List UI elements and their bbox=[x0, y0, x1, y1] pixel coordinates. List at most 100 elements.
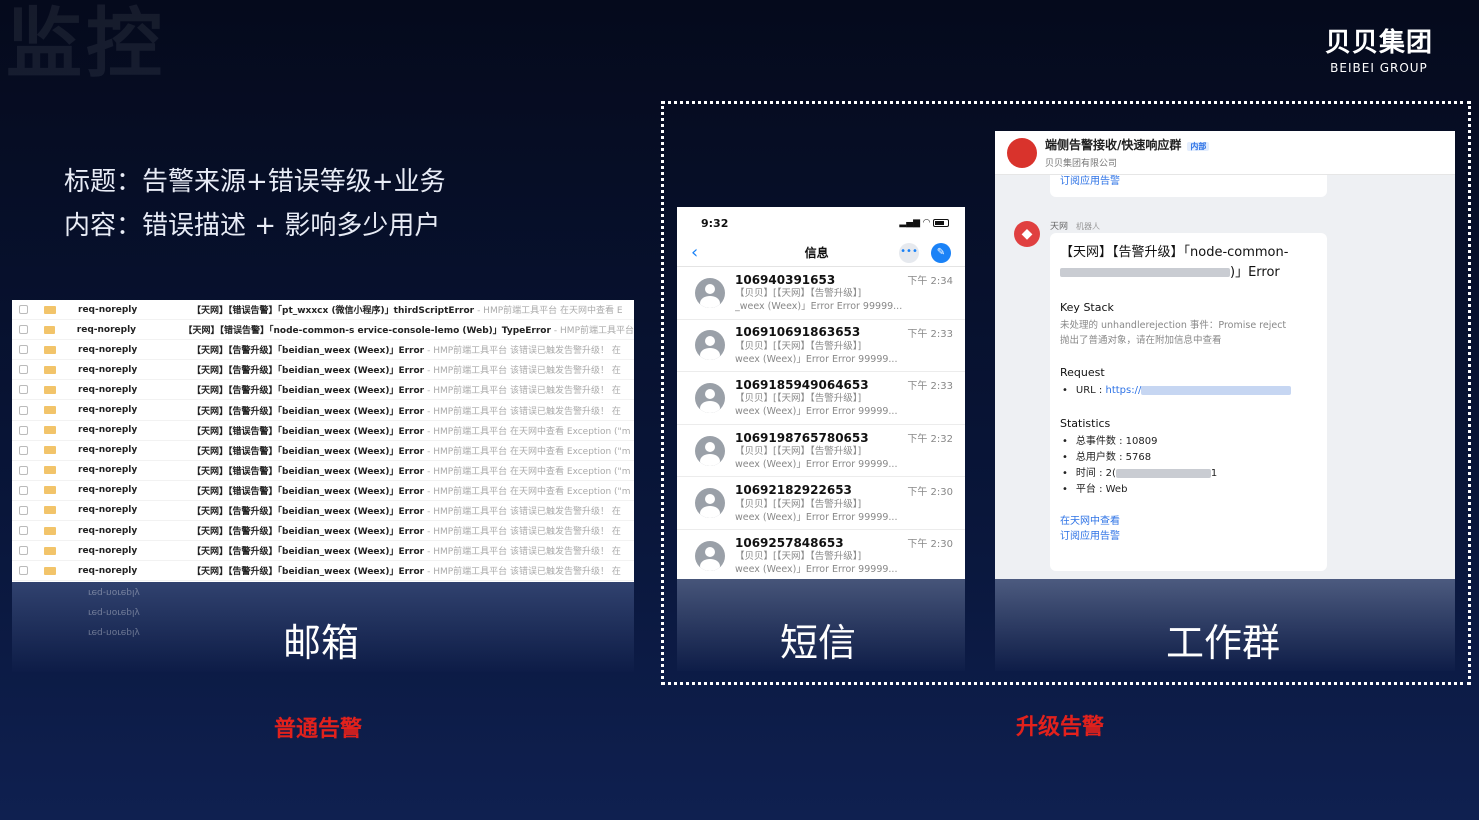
request-url-item: URL : https:// bbox=[1060, 383, 1317, 399]
row-checkbox[interactable] bbox=[19, 345, 28, 355]
label-normal-alert: 普通告警 bbox=[274, 717, 363, 742]
row-checkbox[interactable] bbox=[19, 445, 28, 455]
mail-row[interactable]: req-noreply 【天网】【错误告警】「beidian_weex (Weex… bbox=[12, 461, 634, 481]
sms-conversation[interactable]: 10692182922653 下午 2:30 【贝贝】[【天网】【告警升级】] wee… bbox=[677, 477, 965, 530]
desc-content-line: 内容：错误描述 + 影响多少用户 bbox=[64, 211, 441, 241]
sms-line-1: 【贝贝】[【天网】【告警升级】] bbox=[735, 498, 862, 510]
redacted-url bbox=[1141, 385, 1292, 395]
mail-row[interactable]: req-noreply 【天网】【告警升级】「beidian_weex (Weex… bbox=[12, 400, 634, 421]
subscribe-alert-link[interactable]: 订阅应用告警 bbox=[1060, 529, 1317, 544]
sms-conversation[interactable]: 1069257848653 下午 2:30 【贝贝】[【天网】【告警升级】] weex… bbox=[677, 530, 965, 579]
mail-subject: 【天网】【错误告警】「pt_wxxcx (微信小程序)」thirdScriptE… bbox=[192, 306, 475, 317]
caption-workgroup: 工作群 bbox=[1166, 621, 1281, 665]
mail-row[interactable]: req-noreply 【天网】【错误告警】「beidian_weex (Weex… bbox=[12, 481, 634, 501]
row-checkbox[interactable] bbox=[19, 305, 28, 315]
sms-number: 106940391653 bbox=[735, 272, 836, 287]
mail-sender: req-noreply bbox=[78, 445, 138, 456]
sms-conversation[interactable]: 1069198765780653 下午 2:32 【贝贝】[【天网】【告警升级】] w… bbox=[677, 425, 965, 478]
workgroup-screenshot: 端侧告警接收/快速响应群 内部 贝贝集团有限公司 订阅应用告警 ◆ 天网 机器人 【… bbox=[995, 131, 1455, 579]
view-in-tianwang-link[interactable]: 在天网中查看 bbox=[1060, 514, 1317, 529]
mail-preview: - HMP前端工具平台 bbox=[553, 326, 634, 337]
mail-list-screenshot: req-noreply 【天网】【错误告警】「pt_wxxcx (微信小程序)」t… bbox=[12, 300, 634, 582]
mail-sender: req-noreply bbox=[78, 405, 138, 416]
group-header: 端侧告警接收/快速响应群 内部 贝贝集团有限公司 bbox=[995, 131, 1455, 175]
previous-subscribe-link[interactable]: 订阅应用告警 bbox=[1050, 175, 1327, 197]
mail-preview: - HMP前端工具平台 该错误已触发告警升级！ 在 bbox=[427, 366, 621, 377]
mail-preview: - HMP前端工具平台 该错误已触发告警升级！ 在 bbox=[427, 547, 621, 558]
row-checkbox[interactable] bbox=[19, 526, 28, 536]
sms-line-1: 【贝贝】[【天网】【告警升级】] bbox=[735, 393, 862, 405]
contact-avatar-icon bbox=[695, 488, 725, 519]
mail-row[interactable]: req-noreply 【天网】【告警升级】「beidian_weex (Weex… bbox=[12, 380, 634, 401]
sms-number: 1069198765780653 bbox=[735, 430, 869, 445]
mail-row[interactable]: req-noreply 【天网】【告警升级】「beidian_weex (Weex… bbox=[12, 340, 634, 361]
row-checkbox[interactable] bbox=[19, 505, 28, 515]
mail-subject: 【天网】【告警升级】「beidian_weex (Weex)」Error bbox=[192, 406, 425, 417]
group-internal-badge: 内部 bbox=[1187, 142, 1210, 151]
mail-sender: req-noreply bbox=[78, 545, 138, 556]
sms-time: 下午 2:33 bbox=[907, 381, 953, 393]
key-stack-text: 未处理的 unhandlerejection 事件：Promise reject… bbox=[1060, 318, 1317, 348]
envelope-icon bbox=[44, 446, 56, 455]
row-checkbox[interactable] bbox=[19, 465, 28, 475]
sms-time: 下午 2:32 bbox=[907, 434, 953, 446]
mail-sender: req-noreply bbox=[78, 344, 138, 355]
key-stack-heading: Key Stack bbox=[1060, 301, 1114, 314]
stat-time-a: 时间 : 2( bbox=[1075, 468, 1116, 479]
mail-preview: - HMP前端工具平台 该错误已触发告警升级！ 在 bbox=[427, 346, 621, 357]
url-link[interactable]: https:// bbox=[1105, 385, 1141, 396]
mail-preview: - HMP前端工具平台 该错误已触发告警升级！ 在 bbox=[427, 406, 621, 417]
mail-row[interactable]: req-noreply 【天网】【错误告警】「beidian_weex (Weex… bbox=[12, 441, 634, 461]
mail-row[interactable]: req-noreply 【天网】【告警升级】「beidian_weex (Weex… bbox=[12, 521, 634, 542]
mail-subject: 【天网】【告警升级】「beidian_weex (Weex)」Error bbox=[192, 366, 425, 377]
mail-sender: req-noreply bbox=[78, 384, 138, 395]
row-checkbox[interactable] bbox=[19, 425, 28, 435]
mail-row[interactable]: req-noreply 【天网】【告警升级】「beidian_weex (Weex… bbox=[12, 360, 634, 381]
mail-row[interactable]: req-noreply 【天网】【错误告警】「pt_wxxcx (微信小程序)」t… bbox=[12, 300, 634, 321]
envelope-icon bbox=[44, 385, 56, 394]
more-icon[interactable]: ••• bbox=[899, 242, 919, 263]
sms-time: 下午 2:34 bbox=[907, 276, 953, 288]
row-checkbox[interactable] bbox=[19, 485, 28, 495]
sms-conversation[interactable]: 106910691863653 下午 2:33 【贝贝】[【天网】【告警升级】] we… bbox=[677, 320, 965, 373]
sms-nav-title: 信息 bbox=[804, 246, 829, 260]
mail-row[interactable]: req-noreply 【天网】【告警升级】「beidian_weex (Weex… bbox=[12, 561, 634, 582]
envelope-icon bbox=[44, 305, 56, 314]
mail-row[interactable]: req-noreply 【天网】【错误告警】「node-common-s ervi… bbox=[12, 320, 634, 341]
row-checkbox[interactable] bbox=[19, 385, 28, 395]
request-heading: Request bbox=[1060, 366, 1105, 379]
mail-sender: req-noreply bbox=[78, 465, 138, 476]
logo-cn-text: 贝贝集团 bbox=[1324, 28, 1433, 58]
bot-avatar-icon: ◆ bbox=[1014, 221, 1040, 247]
sms-conversation[interactable]: 106940391653 下午 2:34 【贝贝】[【天网】【告警升级】] _weex… bbox=[677, 267, 965, 320]
stat-time: 时间 : 2(1 bbox=[1060, 466, 1317, 482]
sms-conversation[interactable]: 1069185949064653 下午 2:33 【贝贝】[【天网】【告警升级】] w… bbox=[677, 372, 965, 425]
mail-preview: - HMP前端工具平台 该错误已触发告警升级！ 在 bbox=[427, 386, 621, 397]
mail-row[interactable]: req-noreply 【天网】【告警升级】「beidian_weex (Weex… bbox=[12, 501, 634, 522]
card-title: 【天网】【告警升级】「node-common- )」Error bbox=[1060, 243, 1317, 283]
key-stack-line-2: 抛出了普通对象，请在附加信息中查看 bbox=[1060, 335, 1222, 346]
status-bar: 9:32 ▂▄▆ ◠ bbox=[677, 207, 965, 239]
card-title-part-b: )」Error bbox=[1230, 265, 1280, 280]
url-label: URL : bbox=[1075, 385, 1106, 396]
mail-row[interactable]: req-noreply 【天网】【错误告警】「beidian_weex (Weex… bbox=[12, 421, 634, 441]
row-checkbox[interactable] bbox=[19, 365, 28, 375]
row-checkbox[interactable] bbox=[19, 405, 28, 415]
sms-line-1: 【贝贝】[【天网】【告警升级】] bbox=[735, 340, 862, 352]
desc-title-line: 标题：告警来源+错误等级+业务 bbox=[64, 167, 446, 197]
sms-line-2: weex (Weex)」Error Error 99999... bbox=[735, 511, 898, 523]
row-checkbox[interactable] bbox=[19, 566, 28, 576]
envelope-icon bbox=[44, 506, 56, 515]
battery-icon bbox=[933, 219, 949, 227]
mail-row[interactable]: req-noreply 【天网】【告警升级】「beidian_weex (Weex… bbox=[12, 541, 634, 562]
row-checkbox[interactable] bbox=[19, 325, 28, 335]
mail-subject: 【天网】【告警升级】「beidian_weex (Weex)」Error bbox=[192, 506, 425, 517]
mail-subject: 【天网】【错误告警】「node-common-s ervice-console-… bbox=[183, 326, 551, 337]
envelope-icon bbox=[44, 426, 56, 435]
back-chevron-icon[interactable]: ‹ bbox=[691, 242, 698, 263]
compose-icon[interactable]: ✎ bbox=[931, 242, 951, 263]
key-stack-line-1: 未处理的 unhandlerejection 事件：Promise reject bbox=[1060, 320, 1287, 331]
mail-sender: req-noreply bbox=[78, 364, 138, 375]
row-checkbox[interactable] bbox=[19, 546, 28, 556]
sms-line-1: 【贝贝】[【天网】【告警升级】] bbox=[735, 446, 862, 458]
